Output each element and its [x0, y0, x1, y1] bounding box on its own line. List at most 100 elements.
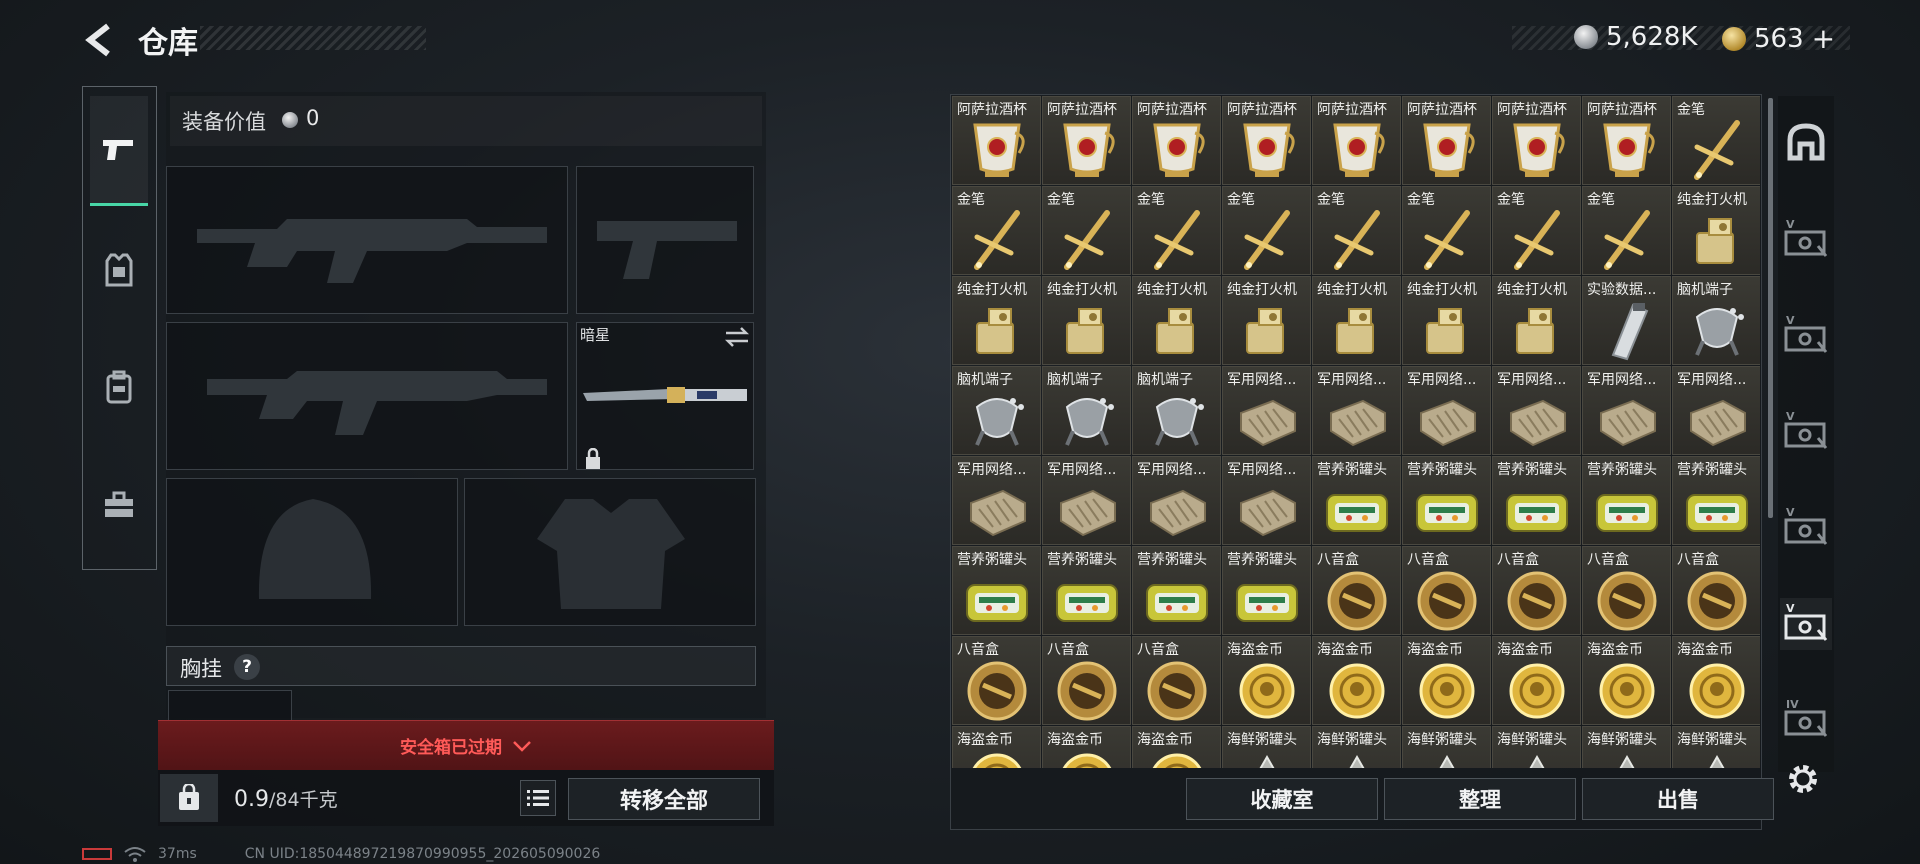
inventory-item[interactable]: 实验数据... [1582, 276, 1671, 365]
back-icon[interactable] [80, 20, 120, 60]
inventory-item[interactable]: 八音盒 [1582, 546, 1671, 635]
gold-currency[interactable]: 563 + [1722, 22, 1835, 55]
inventory-item[interactable]: 阿萨拉酒杯 [1312, 96, 1401, 185]
inventory-item[interactable]: 营养粥罐头 [1132, 546, 1221, 635]
inventory-item[interactable]: 金笔 [1582, 186, 1671, 275]
inventory-item[interactable]: 军用网络... [952, 456, 1041, 545]
inventory-item[interactable]: 海盗金币 [1312, 636, 1401, 725]
inventory-item[interactable]: 金笔 [1672, 96, 1760, 185]
helmet-slot[interactable] [166, 478, 458, 626]
body-armor-slot[interactable] [464, 478, 756, 626]
inventory-item[interactable]: 阿萨拉酒杯 [1042, 96, 1131, 185]
inventory-item[interactable]: 营养粥罐头 [1402, 456, 1491, 545]
stash-icon[interactable] [1780, 116, 1832, 168]
list-view-button[interactable] [520, 780, 556, 816]
inventory-item[interactable]: 纯金打火机 [1312, 276, 1401, 365]
inventory-item[interactable]: 金笔 [1222, 186, 1311, 275]
container-box-4[interactable]: V [1780, 502, 1832, 554]
inventory-item[interactable]: 八音盒 [952, 636, 1041, 725]
inventory-item[interactable]: 海盗金币 [1402, 636, 1491, 725]
inventory-item[interactable]: 金笔 [1492, 186, 1581, 275]
inventory-item[interactable]: 脑机端子 [1672, 276, 1760, 365]
safebox-expired-banner[interactable]: 安全箱已过期 [158, 720, 774, 770]
organize-button[interactable]: 整理 [1384, 778, 1576, 820]
inventory-item[interactable]: 八音盒 [1402, 546, 1491, 635]
inventory-item[interactable]: 军用网络... [1492, 366, 1581, 455]
inventory-item[interactable]: 纯金打火机 [952, 276, 1041, 365]
inventory-item[interactable]: 军用网络... [1312, 366, 1401, 455]
sell-button[interactable]: 出售 [1582, 778, 1774, 820]
inventory-item[interactable]: 脑机端子 [952, 366, 1041, 455]
transfer-all-button[interactable]: 转移全部 [568, 778, 760, 820]
inventory-item[interactable]: 八音盒 [1312, 546, 1401, 635]
inventory-item[interactable]: 海盗金币 [1042, 726, 1131, 768]
inventory-item[interactable]: 海鲜粥罐头 [1582, 726, 1671, 768]
inventory-item[interactable]: 营养粥罐头 [1312, 456, 1401, 545]
inventory-item[interactable]: 营养粥罐头 [1042, 546, 1131, 635]
inventory-item[interactable]: 海盗金币 [1492, 636, 1581, 725]
gear-icon[interactable] [1786, 762, 1820, 800]
inventory-item[interactable]: 纯金打火机 [1672, 186, 1760, 275]
collection-room-button[interactable]: 收藏室 [1186, 778, 1378, 820]
inventory-scrollbar[interactable] [1768, 98, 1773, 518]
inventory-item[interactable]: 海鲜粥罐头 [1312, 726, 1401, 768]
inventory-item[interactable]: 海鲜粥罐头 [1672, 726, 1760, 768]
inventory-item[interactable]: 阿萨拉酒杯 [1222, 96, 1311, 185]
inventory-item[interactable]: 金笔 [952, 186, 1041, 275]
inventory-item[interactable]: 八音盒 [1042, 636, 1131, 725]
inventory-item[interactable]: 脑机端子 [1042, 366, 1131, 455]
inventory-item[interactable]: 海盗金币 [1222, 636, 1311, 725]
container-box-5[interactable]: V [1780, 598, 1832, 650]
secondary-weapon-slot[interactable] [166, 322, 568, 470]
inventory-item[interactable]: 阿萨拉酒杯 [1582, 96, 1671, 185]
tab-toolbox[interactable] [90, 450, 148, 560]
inventory-item[interactable]: 海盗金币 [1582, 636, 1671, 725]
inventory-item[interactable]: 八音盒 [1492, 546, 1581, 635]
inventory-item[interactable]: 金笔 [1402, 186, 1491, 275]
inventory-item[interactable]: 脑机端子 [1132, 366, 1221, 455]
inventory-item[interactable]: 纯金打火机 [1492, 276, 1581, 365]
inventory-item[interactable]: 海鲜粥罐头 [1222, 726, 1311, 768]
inventory-item[interactable]: 金笔 [1042, 186, 1131, 275]
inventory-item[interactable]: 军用网络... [1222, 456, 1311, 545]
inventory-item[interactable]: 营养粥罐头 [1492, 456, 1581, 545]
inventory-item[interactable]: 海盗金币 [1672, 636, 1760, 725]
inventory-item[interactable]: 军用网络... [1132, 456, 1221, 545]
inventory-item[interactable]: 军用网络... [1582, 366, 1671, 455]
tab-weapons[interactable] [90, 96, 148, 206]
inventory-item[interactable]: 海鲜粥罐头 [1402, 726, 1491, 768]
tab-backpack[interactable] [90, 332, 148, 442]
inventory-item[interactable]: 纯金打火机 [1402, 276, 1491, 365]
inventory-item[interactable]: 军用网络... [1672, 366, 1760, 455]
inventory-item[interactable]: 军用网络... [1402, 366, 1491, 455]
inventory-item[interactable]: 纯金打火机 [1042, 276, 1131, 365]
inventory-item[interactable]: 阿萨拉酒杯 [1402, 96, 1491, 185]
pistol-slot[interactable] [576, 166, 754, 314]
container-box-1[interactable]: V [1780, 214, 1832, 266]
help-icon[interactable]: ? [234, 654, 260, 680]
inventory-item[interactable]: 营养粥罐头 [1582, 456, 1671, 545]
inventory-item[interactable]: 军用网络... [1222, 366, 1311, 455]
inventory-item[interactable]: 八音盒 [1672, 546, 1760, 635]
container-box-3[interactable]: V [1780, 406, 1832, 458]
inventory-item[interactable]: 纯金打火机 [1222, 276, 1311, 365]
inventory-item[interactable]: 八音盒 [1132, 636, 1221, 725]
inventory-item[interactable]: 金笔 [1132, 186, 1221, 275]
swap-icon[interactable] [724, 326, 750, 352]
inventory-item[interactable]: 海鲜粥罐头 [1492, 726, 1581, 768]
add-gold-button[interactable]: + [1812, 22, 1835, 55]
inventory-item[interactable]: 军用网络... [1042, 456, 1131, 545]
container-box-2[interactable]: V [1780, 310, 1832, 362]
inventory-item[interactable]: 阿萨拉酒杯 [952, 96, 1041, 185]
tab-armor[interactable] [90, 215, 148, 325]
inventory-item[interactable]: 纯金打火机 [1132, 276, 1221, 365]
inventory-item[interactable]: 营养粥罐头 [1672, 456, 1760, 545]
container-box-6[interactable]: IV [1780, 694, 1832, 746]
inventory-item[interactable]: 海盗金币 [952, 726, 1041, 768]
inventory-item[interactable]: 营养粥罐头 [952, 546, 1041, 635]
inventory-item[interactable]: 海盗金币 [1132, 726, 1221, 768]
inventory-item[interactable]: 阿萨拉酒杯 [1492, 96, 1581, 185]
primary-weapon-slot[interactable] [166, 166, 568, 314]
inventory-item[interactable]: 金笔 [1312, 186, 1401, 275]
inventory-item[interactable]: 阿萨拉酒杯 [1132, 96, 1221, 185]
